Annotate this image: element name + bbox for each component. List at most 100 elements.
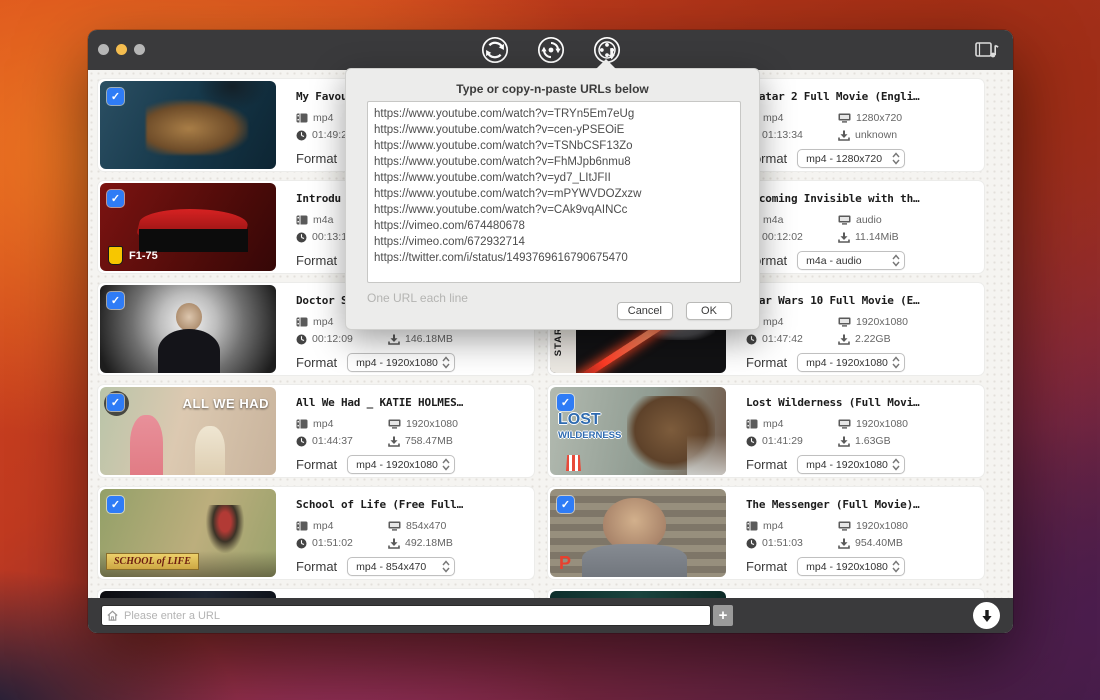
format-row: Format mp4 - 854x470 (296, 557, 455, 576)
video-resolution: 854x470 (388, 520, 526, 532)
video-card: ✓ (547, 588, 985, 598)
video-meta: The Messenger (Full Movie)… mp4 1920x108… (728, 487, 984, 579)
format-row: Format mp4 - 1920x1080 (746, 557, 905, 576)
stepper-icon (892, 458, 900, 471)
title-bar (88, 30, 1013, 70)
traffic-lights (98, 44, 145, 55)
add-url-button[interactable]: + (713, 605, 733, 626)
video-card: ✓ P The Messenger (Full Movie)… mp4 1920… (547, 486, 985, 580)
video-meta: Avatar 2 Full Movie (Engli… mp4 1280x720… (728, 79, 984, 171)
checkbox-checked-icon[interactable]: ✓ (107, 88, 124, 105)
thumbnail-art (206, 505, 245, 553)
video-thumbnail[interactable]: ✓ SCHOOL of LIFE (100, 489, 276, 577)
media-library-icon[interactable] (975, 40, 999, 60)
format-label: Format (296, 559, 337, 574)
video-thumbnail[interactable]: ✓ (100, 81, 276, 169)
video-info: mp4 854x470 01:51:02 492.18MB (296, 520, 526, 549)
video-thumbnail[interactable]: ✓ LOST WILDERNESS (550, 387, 726, 475)
thumbnail-art (176, 303, 202, 331)
format-label: Format (296, 355, 337, 370)
bottom-bar: + (88, 598, 1013, 633)
home-icon (106, 609, 119, 627)
video-thumbnail[interactable]: ✓ F1-75 (100, 183, 276, 271)
video-format: mp4 (296, 418, 388, 430)
video-resolution: 1920x1080 (388, 418, 526, 430)
format-label: Format (746, 355, 787, 370)
download-button[interactable] (973, 602, 1000, 629)
format-row: Format mp4 - 1920x1080 (746, 353, 905, 372)
checkbox-checked-icon[interactable]: ✓ (107, 190, 124, 207)
video-title: Becoming Invisible with th… (746, 192, 976, 205)
zoom-window-button[interactable] (134, 44, 145, 55)
video-thumbnail[interactable]: ✓ P (550, 489, 726, 577)
checkbox-checked-icon[interactable]: ✓ (107, 496, 124, 513)
format-label: Format (746, 559, 787, 574)
ok-button[interactable]: OK (686, 302, 732, 320)
video-card: ✓ (97, 588, 535, 598)
format-dropdown[interactable]: mp4 - 1280x720 (797, 149, 905, 168)
video-size: 1.63GB (838, 435, 976, 447)
dialog-pointer-arrow (596, 59, 616, 69)
video-card: ✓ ALL WE HAD All We Had _ KATIE HOLMES… … (97, 384, 535, 478)
video-thumbnail[interactable]: ✓ (100, 285, 276, 373)
convert-icon[interactable] (536, 35, 566, 65)
video-meta: Becoming Invisible with th… m4a audio 00… (728, 181, 984, 273)
format-label: Format (296, 253, 337, 268)
video-title: The Messenger (Full Movie)… (746, 498, 976, 511)
video-size: 146.18MB (388, 333, 526, 345)
checkbox-checked-icon[interactable]: ✓ (557, 496, 574, 513)
video-duration: 01:44:37 (296, 435, 388, 447)
minimize-window-button[interactable] (116, 44, 127, 55)
video-resolution: audio (838, 214, 976, 226)
video-resolution: 1280x720 (838, 112, 976, 124)
url-input[interactable] (101, 605, 711, 626)
format-dropdown[interactable]: mp4 - 1920x1080 (797, 557, 905, 576)
video-resolution: 1920x1080 (838, 316, 976, 328)
format-row: Format mp4 - 1920x1080 (296, 353, 455, 372)
format-label: Format (296, 151, 337, 166)
dialog-buttons: Cancel OK (617, 302, 732, 320)
video-info: mp4 1280x720 01:13:34 unknown (746, 112, 976, 141)
checkbox-checked-icon[interactable]: ✓ (107, 292, 124, 309)
format-dropdown[interactable]: mp4 - 1920x1080 (347, 353, 455, 372)
video-format: mp4 (296, 520, 388, 532)
format-row: Format mp4 - 1920x1080 (296, 455, 455, 474)
close-window-button[interactable] (98, 44, 109, 55)
video-resolution: 1920x1080 (838, 520, 976, 532)
video-size: 954.40MB (838, 537, 976, 549)
format-dropdown[interactable]: mp4 - 854x470 (347, 557, 455, 576)
cancel-button[interactable]: Cancel (617, 302, 673, 320)
video-size: 492.18MB (388, 537, 526, 549)
format-dropdown[interactable]: mp4 - 1920x1080 (797, 353, 905, 372)
checkbox-checked-icon[interactable]: ✓ (557, 394, 574, 411)
thumbnail-art (195, 426, 225, 475)
stepper-icon (892, 560, 900, 573)
video-format: mp4 (746, 418, 838, 430)
checkbox-checked-icon[interactable]: ✓ (107, 394, 124, 411)
video-info: mp4 1920x1080 01:47:42 2.22GB (746, 316, 976, 345)
video-title: Avatar 2 Full Movie (Engli… (746, 90, 976, 103)
format-dropdown[interactable]: mp4 - 1920x1080 (347, 455, 455, 474)
video-thumbnail[interactable]: ✓ ALL WE HAD (100, 387, 276, 475)
thumbnail-art (582, 544, 688, 577)
format-dropdown[interactable]: m4a - audio (797, 251, 905, 270)
video-duration: 01:51:03 (746, 537, 838, 549)
stepper-icon (892, 152, 900, 165)
dialog-hint: One URL each line (367, 291, 468, 305)
format-label: Format (296, 457, 337, 472)
video-duration: 00:12:09 (296, 333, 388, 345)
video-resolution: 1920x1080 (838, 418, 976, 430)
video-thumbnail[interactable]: ✓ (100, 591, 276, 598)
sync-icon[interactable] (480, 35, 510, 65)
video-title: School of Life (Free Full… (296, 498, 526, 511)
format-row: Format m4a - audio (746, 251, 905, 270)
thumbnail-art (158, 329, 220, 373)
thumbnail-text-secondary: WILDERNESS (558, 430, 621, 441)
video-thumbnail[interactable]: ✓ (550, 591, 726, 598)
stepper-icon (892, 356, 900, 369)
paste-urls-dialog: Type or copy-n-paste URLs below One URL … (345, 68, 760, 330)
format-dropdown[interactable]: mp4 - 1920x1080 (797, 455, 905, 474)
urls-textarea[interactable] (367, 101, 741, 283)
video-info: mp4 1920x1080 01:41:29 1.63GB (746, 418, 976, 447)
video-info: mp4 1920x1080 01:44:37 758.47MB (296, 418, 526, 447)
